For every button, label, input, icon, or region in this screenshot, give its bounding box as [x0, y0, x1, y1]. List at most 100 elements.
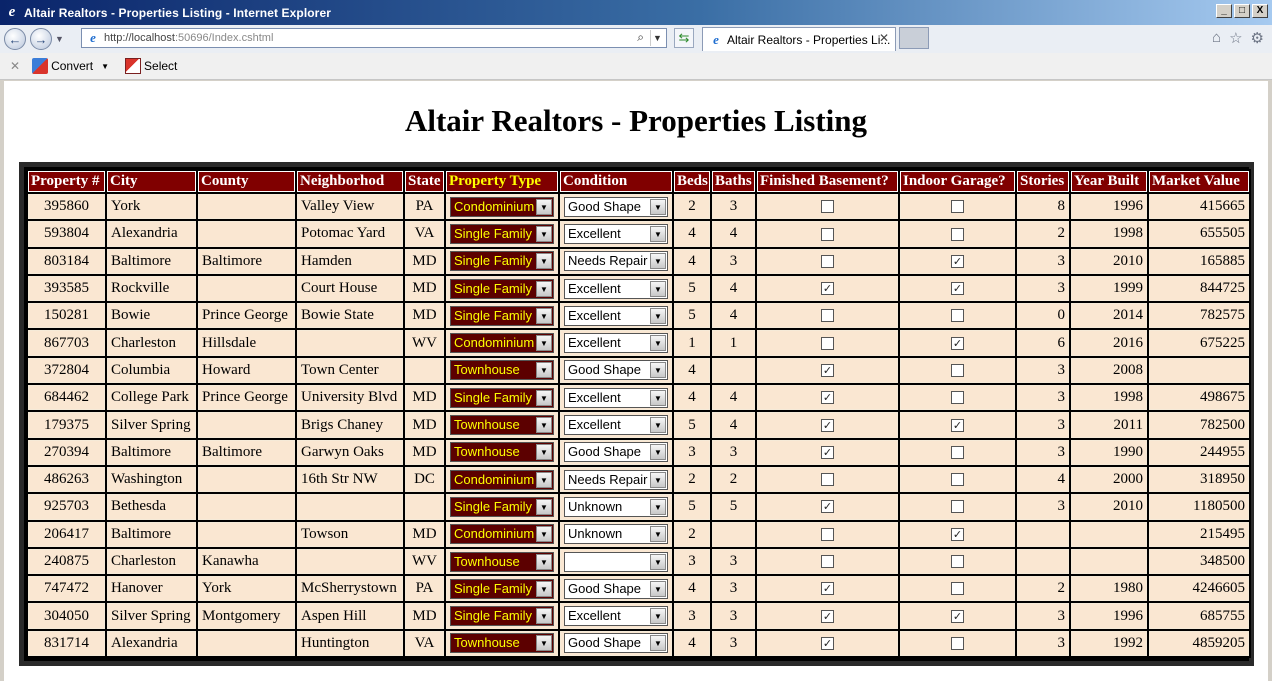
chevron-down-icon[interactable]: ▼ — [650, 553, 666, 570]
finished-basement-checkbox[interactable]: ✓ — [821, 582, 834, 596]
chevron-down-icon[interactable]: ▼ — [650, 526, 666, 543]
property-type-select[interactable]: Townhouse ▼ — [450, 442, 554, 463]
home-icon[interactable]: ⌂ — [1212, 29, 1221, 47]
address-bar[interactable]: e http://localhost:50696/Index.cshtml ⌕ … — [81, 28, 667, 48]
indoor-garage-checkbox[interactable] — [951, 227, 964, 241]
close-button[interactable]: X — [1252, 4, 1268, 18]
close-toolbar-icon[interactable]: ✕ — [10, 59, 20, 73]
finished-basement-checkbox[interactable] — [821, 527, 834, 541]
finished-basement-checkbox[interactable]: ✓ — [821, 391, 834, 405]
property-type-select[interactable]: Single Family ▼ — [450, 578, 554, 599]
chevron-down-icon[interactable]: ▼ — [650, 389, 666, 406]
forward-button[interactable]: → — [30, 28, 52, 50]
chevron-down-icon[interactable]: ▼ — [536, 362, 552, 379]
chevron-down-icon[interactable]: ▼ — [650, 307, 666, 324]
condition-select[interactable]: Needs Repair ▼ — [564, 251, 668, 272]
chevron-down-icon[interactable]: ▼ — [650, 580, 666, 597]
condition-select[interactable]: ▼ — [564, 551, 668, 572]
chevron-down-icon[interactable]: ▼ — [650, 608, 666, 625]
chevron-down-icon[interactable]: ▼ — [536, 580, 552, 597]
chevron-down-icon[interactable]: ▼ — [650, 444, 666, 461]
chevron-down-icon[interactable]: ▼ — [536, 417, 552, 434]
tab-close-button[interactable]: ✕ — [879, 31, 889, 45]
indoor-garage-checkbox[interactable] — [951, 636, 964, 650]
refresh-button[interactable]: ⇆ — [674, 28, 694, 48]
finished-basement-checkbox[interactable]: ✓ — [821, 418, 834, 432]
address-url[interactable]: http://localhost:50696/Index.cshtml — [104, 32, 273, 44]
condition-select[interactable]: Excellent ▼ — [564, 305, 668, 326]
finished-basement-checkbox[interactable]: ✓ — [821, 363, 834, 377]
chevron-down-icon[interactable]: ▼ — [536, 444, 552, 461]
finished-basement-checkbox[interactable]: ✓ — [821, 282, 834, 296]
indoor-garage-checkbox[interactable]: ✓ — [951, 609, 964, 623]
property-type-select[interactable]: Condominium ▼ — [450, 333, 554, 354]
chevron-down-icon[interactable]: ▼ — [536, 198, 552, 215]
finished-basement-checkbox[interactable] — [821, 473, 834, 487]
finished-basement-checkbox[interactable] — [821, 336, 834, 350]
indoor-garage-checkbox[interactable] — [951, 200, 964, 214]
indoor-garage-checkbox[interactable] — [951, 500, 964, 514]
finished-basement-checkbox[interactable] — [821, 227, 834, 241]
finished-basement-checkbox[interactable]: ✓ — [821, 500, 834, 514]
back-button[interactable]: ← — [4, 28, 26, 50]
property-type-select[interactable]: Single Family ▼ — [450, 496, 554, 517]
property-type-select[interactable]: Single Family ▼ — [450, 278, 554, 299]
chevron-down-icon[interactable]: ▼ — [650, 498, 666, 515]
condition-select[interactable]: Excellent ▼ — [564, 278, 668, 299]
select-button[interactable]: Select — [125, 58, 177, 74]
condition-select[interactable]: Good Shape ▼ — [564, 360, 668, 381]
condition-select[interactable]: Excellent ▼ — [564, 223, 668, 244]
chevron-down-icon[interactable]: ▼ — [650, 335, 666, 352]
chevron-down-icon[interactable]: ▼ — [536, 553, 552, 570]
new-tab-button[interactable] — [899, 27, 929, 49]
chevron-down-icon[interactable]: ▼ — [650, 635, 666, 652]
indoor-garage-checkbox[interactable] — [951, 445, 964, 459]
maximize-button[interactable]: □ — [1234, 4, 1250, 18]
convert-dropdown-icon[interactable]: ▼ — [101, 62, 109, 71]
indoor-garage-checkbox[interactable] — [951, 363, 964, 377]
address-dropdown-icon[interactable]: ▼ — [650, 30, 664, 46]
property-type-select[interactable]: Townhouse ▼ — [450, 633, 554, 654]
chevron-down-icon[interactable]: ▼ — [536, 526, 552, 543]
indoor-garage-checkbox[interactable] — [951, 555, 964, 569]
chevron-down-icon[interactable]: ▼ — [536, 471, 552, 488]
finished-basement-checkbox[interactable] — [821, 200, 834, 214]
finished-basement-checkbox[interactable]: ✓ — [821, 609, 834, 623]
indoor-garage-checkbox[interactable]: ✓ — [951, 254, 964, 268]
chevron-down-icon[interactable]: ▼ — [536, 253, 552, 270]
browser-tab[interactable]: e Altair Realtors - Properties Li... ✕ — [702, 27, 896, 51]
chevron-down-icon[interactable]: ▼ — [536, 498, 552, 515]
condition-select[interactable]: Good Shape ▼ — [564, 442, 668, 463]
chevron-down-icon[interactable]: ▼ — [536, 307, 552, 324]
condition-select[interactable]: Excellent ▼ — [564, 333, 668, 354]
condition-select[interactable]: Good Shape ▼ — [564, 633, 668, 654]
search-icon[interactable]: ⌕ — [637, 30, 644, 45]
minimize-button[interactable]: _ — [1216, 4, 1232, 18]
condition-select[interactable]: Good Shape ▼ — [564, 196, 668, 217]
chevron-down-icon[interactable]: ▼ — [650, 253, 666, 270]
property-type-select[interactable]: Townhouse ▼ — [450, 360, 554, 381]
condition-select[interactable]: Excellent ▼ — [564, 415, 668, 436]
condition-select[interactable]: Unknown ▼ — [564, 496, 668, 517]
property-type-select[interactable]: Single Family ▼ — [450, 305, 554, 326]
property-type-select[interactable]: Condominium ▼ — [450, 469, 554, 490]
indoor-garage-checkbox[interactable]: ✓ — [951, 282, 964, 296]
condition-select[interactable]: Good Shape ▼ — [564, 578, 668, 599]
chevron-down-icon[interactable]: ▼ — [536, 389, 552, 406]
property-type-select[interactable]: Single Family ▼ — [450, 223, 554, 244]
favorites-star-icon[interactable]: ☆ — [1229, 29, 1242, 47]
chevron-down-icon[interactable]: ▼ — [536, 280, 552, 297]
history-dropdown-icon[interactable]: ▼ — [55, 34, 65, 44]
property-type-select[interactable]: Single Family ▼ — [450, 251, 554, 272]
indoor-garage-checkbox[interactable]: ✓ — [951, 336, 964, 350]
convert-button[interactable]: Convert ▼ — [32, 58, 115, 74]
finished-basement-checkbox[interactable] — [821, 555, 834, 569]
settings-gear-icon[interactable]: ⚙ — [1251, 29, 1264, 47]
indoor-garage-checkbox[interactable]: ✓ — [951, 418, 964, 432]
chevron-down-icon[interactable]: ▼ — [650, 225, 666, 242]
chevron-down-icon[interactable]: ▼ — [650, 362, 666, 379]
chevron-down-icon[interactable]: ▼ — [650, 198, 666, 215]
indoor-garage-checkbox[interactable] — [951, 309, 964, 323]
property-type-select[interactable]: Condominium ▼ — [450, 196, 554, 217]
chevron-down-icon[interactable]: ▼ — [536, 608, 552, 625]
